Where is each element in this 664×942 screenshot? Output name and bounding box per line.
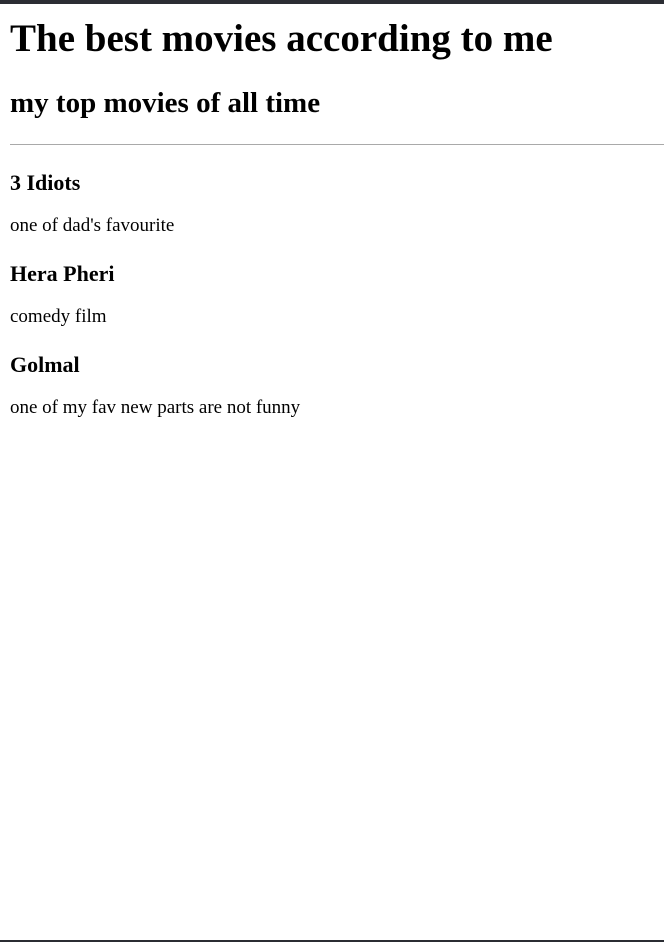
movie-item-hera-pheri: Hera Pheri comedy film (10, 261, 664, 328)
movie-title: Hera Pheri (10, 261, 115, 286)
movie-title: Golmal (10, 352, 80, 377)
movie-item-3-idiots: 3 Idiots one of dad's favourite (10, 170, 664, 237)
movie-list: 3 Idiots one of dad's favourite Hera Phe… (10, 170, 664, 419)
page-subtitle: my top movies of all time (10, 87, 321, 119)
movie-description: one of my fav new parts are not funny (10, 397, 301, 418)
page-title: The best movies according to me (10, 17, 553, 60)
movie-title: 3 Idiots (10, 170, 81, 195)
movie-description: one of dad's favourite (10, 215, 175, 236)
movie-item-golmal: Golmal one of my fav new parts are not f… (10, 352, 664, 419)
movie-description: comedy film (10, 306, 107, 327)
divider (10, 144, 664, 145)
page-content: The best movies according to me my top m… (10, 4, 664, 419)
